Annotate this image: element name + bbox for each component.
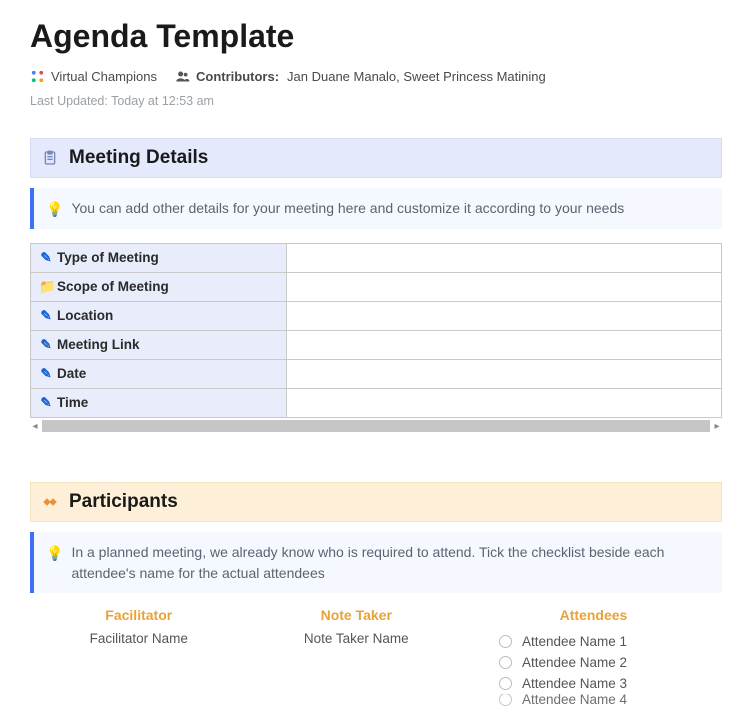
attendee-item[interactable]: Attendee Name 2 bbox=[475, 652, 712, 673]
detail-label: Meeting Link bbox=[57, 337, 140, 352]
table-row: ✎ Date bbox=[31, 360, 722, 389]
attendee-checkbox[interactable] bbox=[499, 694, 512, 706]
participants-callout-text: In a planned meeting, we already know wh… bbox=[71, 542, 710, 583]
horizontal-scrollbar[interactable]: ◂ ▸ bbox=[30, 420, 722, 432]
attendee-item[interactable]: Attendee Name 3 bbox=[475, 673, 712, 694]
meeting-details-title: Meeting Details bbox=[69, 147, 208, 169]
lightbulb-icon: 💡 bbox=[46, 543, 63, 563]
detail-value-cell[interactable] bbox=[286, 331, 721, 360]
detail-label: Location bbox=[57, 308, 113, 323]
participants-title: Participants bbox=[69, 491, 178, 513]
meeting-details-header: Meeting Details bbox=[30, 138, 722, 178]
detail-label: Time bbox=[57, 395, 88, 410]
folder-icon: 📁 bbox=[39, 279, 53, 295]
scroll-left-arrow[interactable]: ◂ bbox=[30, 421, 40, 432]
detail-value-cell[interactable] bbox=[286, 244, 721, 273]
pencil-icon: ✎ bbox=[39, 395, 53, 411]
pencil-icon: ✎ bbox=[39, 366, 53, 382]
table-row: ✎ Meeting Link bbox=[31, 331, 722, 360]
detail-label-cell: ✎ Location bbox=[31, 302, 287, 331]
workspace-icon bbox=[30, 69, 45, 84]
workspace-name: Virtual Champions bbox=[51, 69, 157, 84]
meta-row: Virtual Champions Contributors: Jan Duan… bbox=[30, 69, 722, 84]
notetaker-head: Note Taker bbox=[258, 607, 456, 623]
attendee-item[interactable]: Attendee Name 1 bbox=[475, 631, 712, 652]
detail-label-cell: ✎ Type of Meeting bbox=[31, 244, 287, 273]
pencil-icon: ✎ bbox=[39, 337, 53, 353]
detail-value-cell[interactable] bbox=[286, 302, 721, 331]
attendees-head: Attendees bbox=[475, 607, 712, 623]
detail-value-cell[interactable] bbox=[286, 273, 721, 302]
detail-label-cell: 📁 Scope of Meeting bbox=[31, 273, 287, 302]
facilitator-column: Facilitator Facilitator Name bbox=[40, 607, 238, 706]
table-row: ✎ Type of Meeting bbox=[31, 244, 722, 273]
detail-value-cell[interactable] bbox=[286, 389, 721, 418]
pencil-icon: ✎ bbox=[39, 250, 53, 266]
detail-label: Date bbox=[57, 366, 86, 381]
workspace-chip[interactable]: Virtual Champions bbox=[30, 69, 157, 84]
meeting-details-callout: 💡 You can add other details for your mee… bbox=[30, 188, 722, 229]
detail-label-cell: ✎ Time bbox=[31, 389, 287, 418]
attendee-checkbox[interactable] bbox=[499, 656, 512, 669]
table-row: ✎ Location bbox=[31, 302, 722, 331]
participants-header: Participants bbox=[30, 482, 722, 522]
contributors-chip[interactable]: Contributors: Jan Duane Manalo, Sweet Pr… bbox=[175, 69, 546, 84]
detail-label: Scope of Meeting bbox=[57, 279, 169, 294]
attendee-name: Attendee Name 1 bbox=[522, 634, 627, 649]
clipboard-icon bbox=[41, 149, 59, 167]
page-title: Agenda Template bbox=[30, 18, 722, 55]
participants-callout: 💡 In a planned meeting, we already know … bbox=[30, 532, 722, 593]
participants-grid: Facilitator Facilitator Name Note Taker … bbox=[30, 607, 722, 706]
attendee-checkbox[interactable] bbox=[499, 635, 512, 648]
lightbulb-icon: 💡 bbox=[46, 199, 63, 219]
handshake-icon bbox=[41, 493, 59, 511]
detail-label-cell: ✎ Meeting Link bbox=[31, 331, 287, 360]
meeting-details-callout-text: You can add other details for your meeti… bbox=[71, 198, 624, 218]
contributors-label: Contributors: bbox=[196, 69, 279, 84]
attendees-column: Attendees Attendee Name 1 Attendee Name 2… bbox=[475, 607, 712, 706]
pencil-icon: ✎ bbox=[39, 308, 53, 324]
detail-value-cell[interactable] bbox=[286, 360, 721, 389]
contributors-names: Jan Duane Manalo, Sweet Princess Matinin… bbox=[287, 69, 546, 84]
detail-label-cell: ✎ Date bbox=[31, 360, 287, 389]
attendee-name: Attendee Name 2 bbox=[522, 655, 627, 670]
attendee-name: Attendee Name 3 bbox=[522, 676, 627, 691]
notetaker-value[interactable]: Note Taker Name bbox=[258, 631, 456, 646]
meeting-details-table: ✎ Type of Meeting 📁 Scope of Meeting ✎ Locati… bbox=[30, 243, 722, 418]
facilitator-value[interactable]: Facilitator Name bbox=[40, 631, 238, 646]
facilitator-head: Facilitator bbox=[40, 607, 238, 623]
scroll-right-arrow[interactable]: ▸ bbox=[712, 421, 722, 432]
attendee-item[interactable]: Attendee Name 4 bbox=[475, 694, 712, 706]
attendee-name: Attendee Name 4 bbox=[522, 694, 627, 706]
people-icon bbox=[175, 69, 190, 84]
last-updated: Last Updated: Today at 12:53 am bbox=[30, 94, 722, 108]
table-row: ✎ Time bbox=[31, 389, 722, 418]
detail-label: Type of Meeting bbox=[57, 250, 159, 265]
scroll-track[interactable] bbox=[42, 420, 710, 432]
attendee-checkbox[interactable] bbox=[499, 677, 512, 690]
table-row: 📁 Scope of Meeting bbox=[31, 273, 722, 302]
notetaker-column: Note Taker Note Taker Name bbox=[258, 607, 456, 706]
